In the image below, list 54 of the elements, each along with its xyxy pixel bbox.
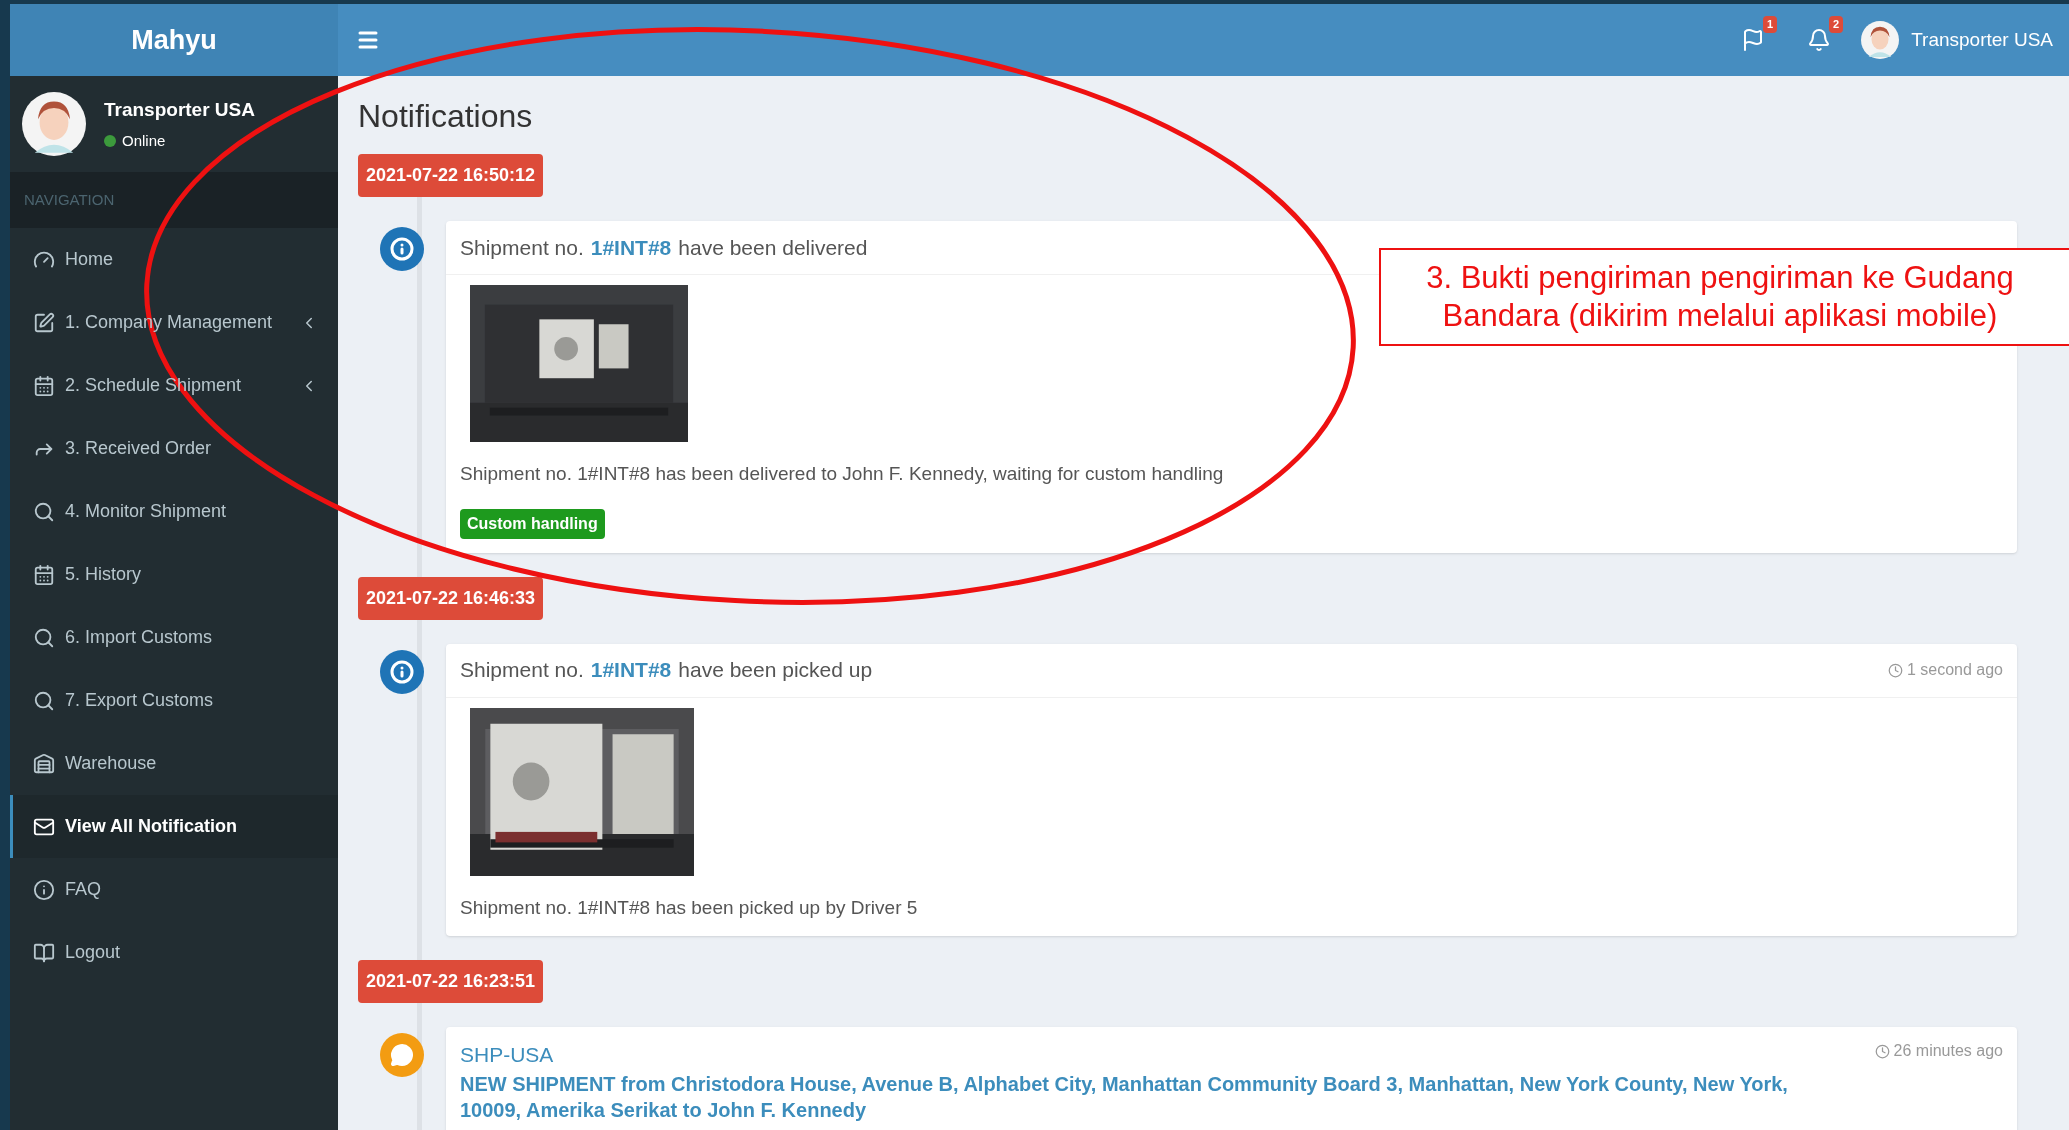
notification-time: 26 minutes ago (1893, 1041, 2003, 1061)
user-avatar (22, 92, 86, 156)
count-badge: 2 (1829, 16, 1844, 33)
nav-icon (33, 689, 55, 712)
notification-body: Shipment no. 1#INT#8 has been picked up by Driver 5 (460, 895, 919, 920)
nav-heading: NAVIGATION (24, 189, 115, 210)
date-label: 2021-07-22 16:50:12 (358, 154, 544, 197)
user-status: Online (122, 131, 166, 151)
nav-item[interactable]: View All Notification (10, 795, 338, 858)
page-title: Notifications (358, 97, 534, 136)
notification-title: have been picked up (678, 657, 873, 684)
nav-item[interactable]: Logout (10, 921, 338, 984)
nav-item[interactable]: 4. Monitor Shipment (10, 480, 338, 543)
flag-button[interactable]: 1 (1729, 16, 1778, 64)
nav-item[interactable]: Home (10, 228, 338, 291)
nav-item[interactable]: 6. Import Customs (10, 606, 338, 669)
shipment-link[interactable]: 1#INT#8 (590, 654, 672, 686)
user-name: Transporter USA (104, 97, 255, 122)
nav-icon (33, 626, 55, 649)
nav-icon (33, 941, 55, 964)
user-avatar (1861, 21, 1900, 59)
nav-icon (33, 563, 55, 586)
notification-title: Shipment no. (460, 234, 584, 261)
date-label: 2021-07-22 16:23:51 (358, 960, 544, 1003)
shipment-link[interactable]: 1#INT#8 (590, 231, 672, 264)
sender-link[interactable]: SHP-USA (460, 1039, 554, 1071)
nav-icon (33, 878, 55, 901)
user-menu[interactable]: Transporter USA (1911, 25, 2053, 55)
bell-icon (1807, 28, 1832, 52)
count-badge: 1 (1763, 16, 1778, 33)
date-label: 2021-07-22 16:46:33 (358, 576, 544, 620)
status-badge: Custom handling (460, 508, 605, 539)
nav-icon (33, 374, 55, 397)
chat-icon (380, 1033, 424, 1077)
info-icon (380, 649, 424, 694)
notification-title: Shipment no. (460, 657, 584, 684)
brand-logo[interactable]: Mahyu (131, 19, 217, 61)
info-icon (380, 227, 424, 271)
notification-body: Shipment no. 1#INT#8 has been delivered to John F. Kennedy, waiting for custom handling (460, 462, 1225, 486)
notification-message: NEW SHIPMENT from Christodora House, Avenue B, Alphabet City, Manhattan Community Board 3, Manhattan, New York County, New York, 10009, Amerika Serikat to John F. Kennedy (460, 1071, 1789, 1123)
notification-title: have been delivered (678, 234, 868, 261)
nav-item[interactable]: Warehouse (10, 732, 338, 795)
notification-time: 1 second ago (1906, 660, 2003, 680)
clock-icon (1887, 662, 1903, 678)
nav-icon (33, 311, 55, 334)
annotation-text: 3. Bukti pengiriman pengiriman ke Gudang Bandara (dikirim melalui aplikasi mobile) (1425, 259, 2015, 335)
clock-icon (1874, 1043, 1890, 1059)
nav-item[interactable]: 3. Received Order (10, 417, 338, 480)
nav-item[interactable]: 7. Export Customs (10, 669, 338, 732)
nav-item[interactable]: 5. History (10, 543, 338, 606)
nav-icon (33, 752, 55, 775)
nav-icon (33, 500, 55, 523)
bell-button[interactable]: 2 (1795, 16, 1844, 64)
nav-item[interactable]: FAQ (10, 858, 338, 921)
